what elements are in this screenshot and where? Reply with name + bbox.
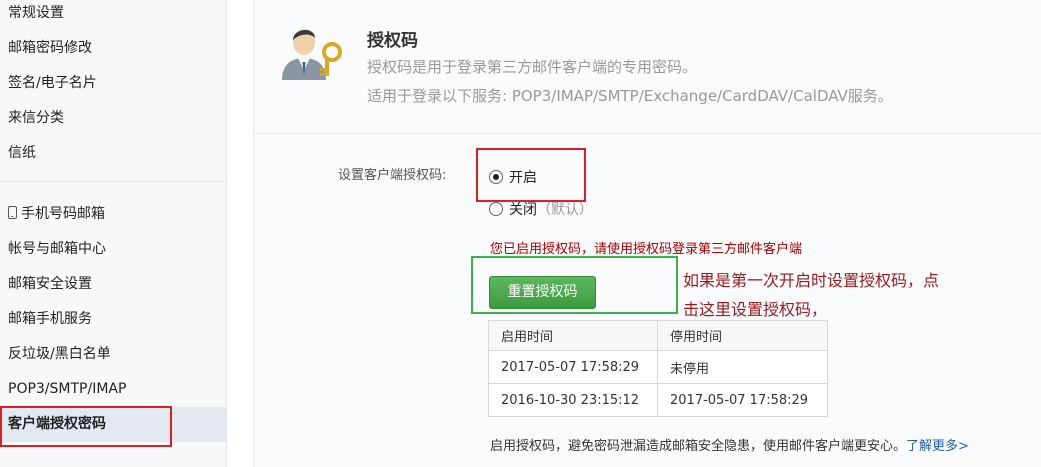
table-cell: 未停用 (657, 350, 828, 384)
radio-disable[interactable]: 关闭 （默认） (489, 199, 593, 219)
annotation-line-1: 如果是第一次开启时设置授权码，点 (683, 271, 940, 290)
auth-code-setting-label: 设置客户端授权码: (338, 168, 447, 183)
settings-sidebar: 常规设置 邮箱密码修改 签名/电子名片 来信分类 信纸 手机号码邮箱 帐号与邮箱… (0, 0, 227, 467)
sidebar-gap (227, 0, 253, 467)
header-description: 授权码是用于登录第三方邮件客户端的专用密码。 (367, 58, 698, 76)
highlight-box-button (471, 256, 678, 314)
footer-note: 启用授权码，避免密码泄漏造成邮箱安全隐患，使用邮件客户端更安心。了解更多> (490, 435, 969, 454)
footer-text: 启用授权码，避免密码泄漏造成邮箱安全隐患，使用邮件客户端更安心。 (490, 439, 907, 454)
sidebar-item-label: 信纸 (8, 145, 36, 161)
sidebar-item-signature[interactable]: 签名/电子名片 (0, 66, 226, 101)
highlight-box-radio (476, 148, 586, 202)
table-header-disable-time: 停用时间 (657, 320, 828, 351)
table-row: 2017-05-07 17:58:29 未停用 (488, 350, 828, 384)
sidebar-item-label: 邮箱手机服务 (8, 311, 92, 327)
sidebar-item-label: 邮箱密码修改 (8, 40, 92, 56)
page-title: 授权码 (367, 31, 418, 51)
sidebar-item-mail-filter[interactable]: 来信分类 (0, 101, 226, 136)
sidebar-item-label: 签名/电子名片 (8, 75, 97, 91)
sidebar-item-label: 常规设置 (8, 5, 64, 21)
sidebar-item-label: 反垃圾/黑白名单 (8, 346, 111, 362)
sidebar-item-general[interactable]: 常规设置 (0, 0, 226, 31)
sidebar-item-label: POP3/SMTP/IMAP (8, 381, 127, 397)
sidebar-item-label: 帐号与邮箱中心 (8, 241, 106, 257)
sidebar-item-stationery[interactable]: 信纸 (0, 136, 226, 171)
sidebar-item-label: 邮箱安全设置 (8, 276, 92, 292)
default-note: （默认） (537, 202, 593, 218)
table-row: 2016-10-30 23:15:12 2017-05-07 17:58:29 (488, 383, 828, 417)
sidebar-item-phone-mailbox[interactable]: 手机号码邮箱 (0, 197, 226, 232)
phone-icon (8, 206, 17, 219)
table-cell: 2016-10-30 23:15:12 (488, 383, 658, 417)
annotation-text: 如果是第一次开启时设置授权码，点 击这里设置授权码， (683, 266, 939, 324)
auth-code-log-table: 启用时间 停用时间 2017-05-07 17:58:29 未停用 2016-1… (488, 320, 828, 417)
highlight-box-sidebar (0, 406, 172, 447)
sidebar-item-mobile-service[interactable]: 邮箱手机服务 (0, 302, 226, 337)
sidebar-divider (0, 181, 226, 182)
sidebar-item-label: 来信分类 (8, 110, 64, 126)
table-cell: 2017-05-07 17:58:29 (657, 383, 828, 417)
sidebar-item-label: 手机号码邮箱 (21, 206, 105, 222)
radio-unchecked-icon[interactable] (489, 202, 503, 216)
sidebar-item-account-center[interactable]: 帐号与邮箱中心 (0, 232, 226, 267)
sidebar-item-security[interactable]: 邮箱安全设置 (0, 267, 226, 302)
main-content: 授权码 授权码是用于登录第三方邮件客户端的专用密码。 适用于登录以下服务: PO… (253, 0, 1041, 467)
user-key-icon (282, 29, 342, 80)
auth-code-header: 授权码 授权码是用于登录第三方邮件客户端的专用密码。 适用于登录以下服务: PO… (254, 0, 1041, 134)
settings-page: 常规设置 邮箱密码修改 签名/电子名片 来信分类 信纸 手机号码邮箱 帐号与邮箱… (0, 0, 1041, 467)
table-header-row: 启用时间 停用时间 (488, 320, 828, 351)
sidebar-item-pop3[interactable]: POP3/SMTP/IMAP (0, 372, 226, 407)
radio-disable-label: 关闭 (509, 202, 537, 218)
table-cell: 2017-05-07 17:58:29 (488, 350, 658, 384)
sidebar-item-spam[interactable]: 反垃圾/黑白名单 (0, 337, 226, 372)
header-services: 适用于登录以下服务: POP3/IMAP/SMTP/Exchange/CardD… (367, 87, 893, 105)
table-header-enable-time: 启用时间 (488, 320, 658, 351)
learn-more-link[interactable]: 了解更多> (906, 439, 969, 454)
status-message: 您已启用授权码，请使用授权码登录第三方邮件客户端 (490, 242, 803, 257)
sidebar-item-password[interactable]: 邮箱密码修改 (0, 31, 226, 66)
